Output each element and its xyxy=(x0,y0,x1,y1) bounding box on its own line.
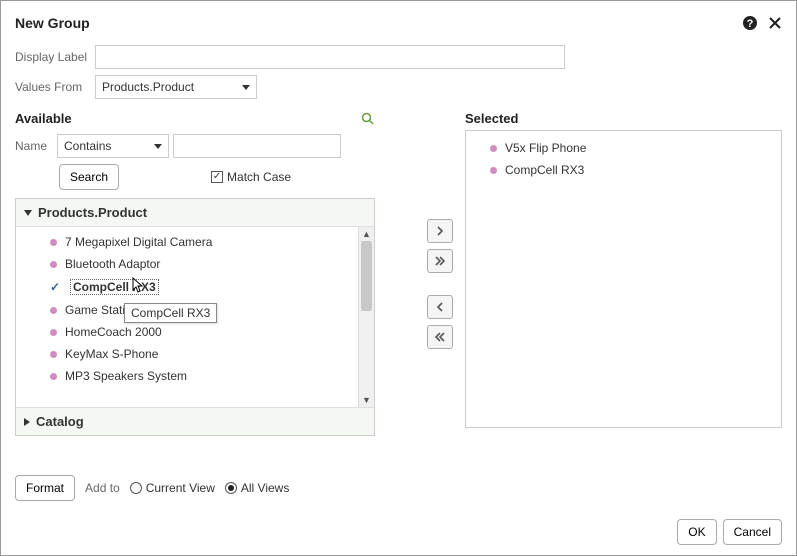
list-item[interactable]: V5x Flip Phone xyxy=(466,137,781,159)
tree-item[interactable]: HomeCoach 2000 xyxy=(16,321,358,343)
ok-button[interactable]: OK xyxy=(677,519,716,545)
display-label-label: Display Label xyxy=(15,50,95,64)
item-label: Bluetooth Adaptor xyxy=(65,257,160,271)
available-title: Available xyxy=(15,107,72,130)
current-view-radio[interactable] xyxy=(130,482,142,494)
bullet-icon xyxy=(50,329,57,336)
display-label-input[interactable] xyxy=(95,45,565,69)
filter-value-input[interactable] xyxy=(173,134,341,158)
scroll-down-icon[interactable]: ▼ xyxy=(359,393,374,407)
item-label: HomeCoach 2000 xyxy=(65,325,162,339)
caret-down-icon xyxy=(154,144,162,149)
move-all-left-button[interactable] xyxy=(427,325,453,349)
bullet-icon xyxy=(50,261,57,268)
cancel-button[interactable]: Cancel xyxy=(723,519,782,545)
format-button[interactable]: Format xyxy=(15,475,75,501)
values-from-label: Values From xyxy=(15,80,95,94)
expand-down-icon xyxy=(24,210,32,216)
magnifier-icon[interactable] xyxy=(361,112,375,126)
new-group-dialog: New Group ? Display Label Values From Pr… xyxy=(0,0,797,556)
all-views-radio[interactable] xyxy=(225,482,237,494)
tree-item[interactable]: ✓ CompCell RX3 xyxy=(16,275,358,299)
tree-item[interactable]: 7 Megapixel Digital Camera xyxy=(16,231,358,253)
item-label: CompCell RX3 xyxy=(70,279,159,295)
tree-item[interactable]: MP3 Speakers System xyxy=(16,365,358,387)
dialog-header: New Group ? xyxy=(15,11,782,39)
caret-down-icon xyxy=(242,85,250,90)
dialog-title: New Group xyxy=(15,15,90,31)
search-button[interactable]: Search xyxy=(59,164,119,190)
bullet-icon xyxy=(50,239,57,246)
bullet-icon xyxy=(490,167,497,174)
name-label: Name xyxy=(15,139,53,153)
tree-item[interactable]: KeyMax S-Phone xyxy=(16,343,358,365)
tooltip: CompCell RX3 xyxy=(124,303,217,323)
close-icon[interactable] xyxy=(768,16,782,30)
add-to-label: Add to xyxy=(85,481,120,495)
selected-list: V5x Flip Phone CompCell RX3 xyxy=(465,130,782,428)
group-title: Products.Product xyxy=(38,205,147,220)
bullet-icon xyxy=(490,145,497,152)
move-all-right-button[interactable] xyxy=(427,249,453,273)
tree-group-header-products[interactable]: Products.Product xyxy=(16,199,374,227)
check-icon: ✓ xyxy=(50,280,62,294)
item-label: V5x Flip Phone xyxy=(505,141,586,155)
bullet-icon xyxy=(50,307,57,314)
item-label: 7 Megapixel Digital Camera xyxy=(65,235,212,249)
list-item[interactable]: CompCell RX3 xyxy=(466,159,781,181)
scroll-up-icon[interactable]: ▲ xyxy=(359,227,374,241)
filter-mode-value: Contains xyxy=(64,139,111,153)
svg-text:?: ? xyxy=(747,18,754,30)
bullet-icon xyxy=(50,373,57,380)
filter-mode-select[interactable]: Contains xyxy=(57,134,169,158)
current-view-label: Current View xyxy=(146,481,215,495)
item-label: CompCell RX3 xyxy=(505,163,584,177)
move-left-button[interactable] xyxy=(427,295,453,319)
expand-right-icon xyxy=(24,418,30,426)
move-right-button[interactable] xyxy=(427,219,453,243)
catalog-title: Catalog xyxy=(36,414,84,429)
item-label: KeyMax S-Phone xyxy=(65,347,158,361)
bullet-icon xyxy=(50,351,57,358)
help-icon[interactable]: ? xyxy=(742,15,758,31)
tree-item[interactable]: Bluetooth Adaptor xyxy=(16,253,358,275)
match-case-label: Match Case xyxy=(227,170,291,184)
item-label: MP3 Speakers System xyxy=(65,369,187,383)
tree-group-header-catalog[interactable]: Catalog xyxy=(16,407,374,435)
values-from-select[interactable]: Products.Product xyxy=(95,75,257,99)
scrollbar[interactable]: ▲ ▼ xyxy=(358,227,374,407)
values-from-value: Products.Product xyxy=(102,80,194,94)
all-views-label: All Views xyxy=(241,481,289,495)
scroll-thumb[interactable] xyxy=(361,241,372,311)
match-case-checkbox[interactable]: ✓ xyxy=(211,171,223,183)
selected-title: Selected xyxy=(465,107,782,130)
available-tree: Products.Product 7 Megapixel Digital Cam… xyxy=(15,198,375,436)
